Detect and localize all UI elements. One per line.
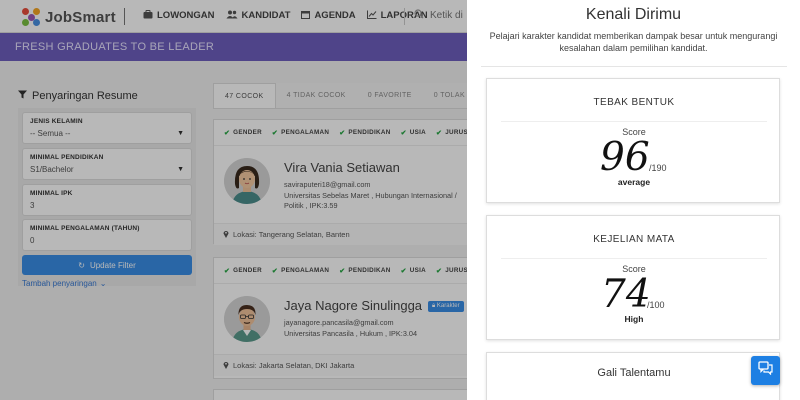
kenali-dirimu-panel: Kenali Dirimu Pelajari karakter kandidat… (467, 0, 800, 400)
chat-icon (758, 361, 773, 380)
card-title: Gali Talentamu (597, 367, 671, 379)
modal-backdrop[interactable] (0, 0, 467, 400)
score-total: /190 (649, 163, 667, 173)
divider (501, 121, 767, 122)
score-level: average (617, 177, 651, 187)
gali-talentamu-card[interactable]: Gali Talentamu (486, 352, 780, 400)
score-total: /100 (647, 300, 665, 310)
score-card-kejelian-mata: KEJELIAN MATA Score 74 /100 High (486, 215, 780, 340)
divider (501, 258, 767, 259)
score-title: KEJELIAN MATA (593, 234, 675, 245)
score-value: 96 (600, 135, 650, 180)
panel-title: Kenali Dirimu (585, 6, 682, 23)
score-card-tebak-bentuk: TEBAK BENTUK Score 96 /190 average (486, 78, 780, 203)
chat-button[interactable] (751, 356, 780, 385)
panel-description: Pelajari karakter kandidat memberikan da… (489, 31, 778, 53)
score-level: High (624, 314, 644, 324)
score-value: 74 (601, 272, 651, 317)
score-title: TEBAK BENTUK (593, 97, 675, 108)
panel-divider (481, 66, 787, 67)
